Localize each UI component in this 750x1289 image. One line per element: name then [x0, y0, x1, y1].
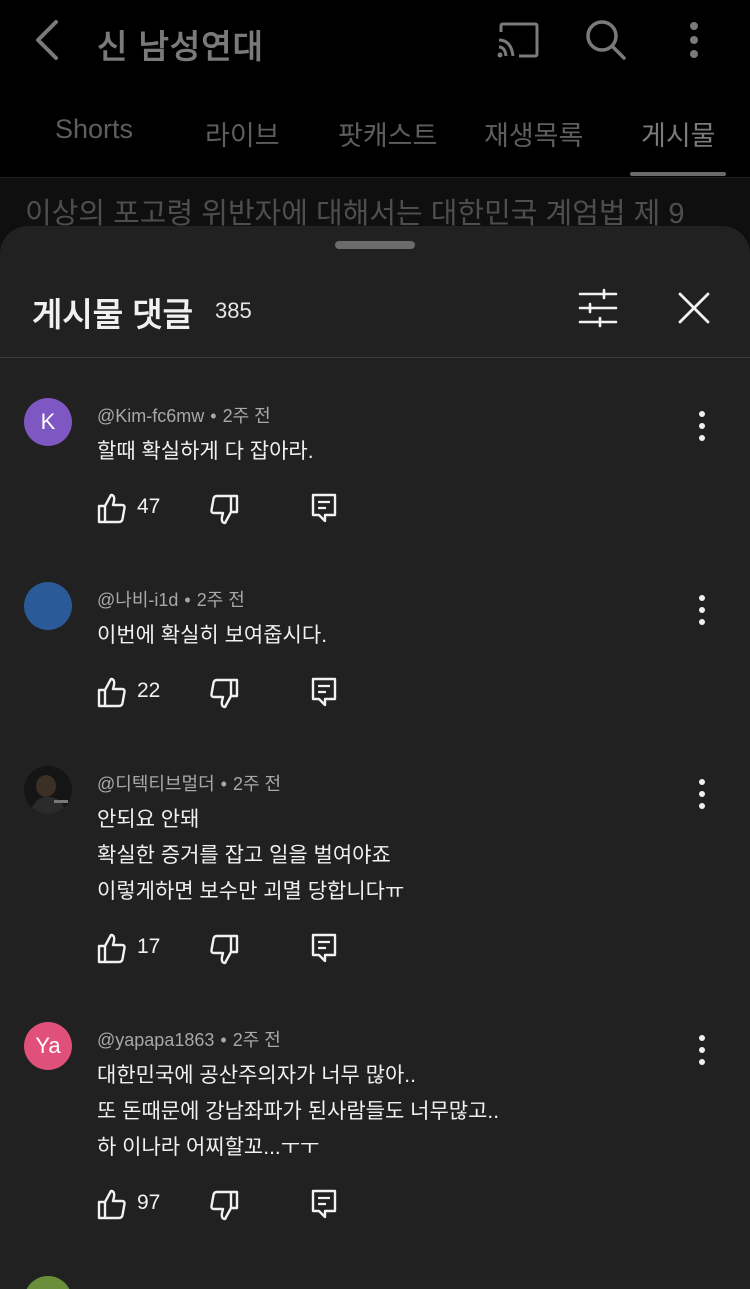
- comment-meta: @나비-i1d • 2주 전: [97, 590, 245, 610]
- comment-time: 2주 전: [222, 406, 271, 426]
- avatar[interactable]: [24, 582, 72, 630]
- like-count: 17: [137, 935, 161, 958]
- thumbs-down-icon[interactable]: [209, 678, 239, 710]
- comment-meta: @디텍티브멀더 • 2주 전: [97, 774, 282, 794]
- channel-tabs: Shorts 라이브 팟캐스트 재생목록 게시물: [0, 80, 750, 178]
- comment-line: 대한민국에 공산주의자가 너무 많아..: [97, 1064, 416, 1087]
- comment-line: 확실한 증거를 잡고 일을 벌여야죠: [97, 844, 391, 867]
- comment-actions: 22: [97, 676, 357, 716]
- like-count: 47: [137, 495, 161, 518]
- more-vertical-icon[interactable]: [682, 18, 706, 62]
- cast-icon[interactable]: [495, 20, 541, 60]
- comment-actions: 97: [97, 1188, 357, 1228]
- comment-line: 안되요 안돼: [97, 808, 200, 831]
- comment-text: 대한민국에 공산주의자가 너무 많아.. 또 돈때문에 강남좌파가 된사람들도 …: [97, 1058, 499, 1166]
- comment-meta: @yapapa1863 • 2주 전: [97, 1030, 281, 1050]
- avatar[interactable]: [24, 766, 72, 814]
- tab-podcast[interactable]: 팟캐스트: [338, 114, 437, 153]
- comment-menu-icon[interactable]: [690, 1032, 714, 1068]
- divider: [0, 357, 750, 358]
- comment-menu-icon[interactable]: [690, 408, 714, 444]
- comment-time: 2주 전: [232, 1030, 281, 1050]
- sort-filter-icon[interactable]: [576, 288, 620, 328]
- avatar[interactable]: [24, 1276, 72, 1289]
- reply-icon[interactable]: [311, 492, 337, 524]
- top-app-bar: 신 남성연대: [0, 0, 750, 80]
- tab-live[interactable]: 라이브: [205, 114, 280, 153]
- avatar-letter: Ya: [35, 1033, 61, 1058]
- reply-icon[interactable]: [311, 932, 337, 964]
- drag-handle[interactable]: [335, 241, 415, 249]
- thumbs-up-icon[interactable]: [97, 932, 127, 964]
- comment-author[interactable]: @나비-i1d: [97, 590, 178, 610]
- tab-active-indicator: [630, 172, 726, 176]
- thumbs-down-icon[interactable]: [209, 934, 239, 966]
- comment-line: 이렇게하면 보수만 괴멸 당합니다ㅠ: [97, 880, 405, 903]
- like-count: 22: [137, 679, 161, 702]
- avatar[interactable]: K: [24, 398, 72, 446]
- comment-author[interactable]: @디텍티브멀더: [97, 774, 215, 794]
- sheet-title: 게시물 댓글: [32, 296, 193, 333]
- comment-text: 할때 확실하게 다 잡아라.: [97, 434, 314, 470]
- comment-menu-icon[interactable]: [690, 776, 714, 812]
- thumbs-down-icon[interactable]: [209, 494, 239, 526]
- like-count: 97: [137, 1191, 161, 1214]
- back-arrow-icon[interactable]: [30, 18, 66, 62]
- close-icon[interactable]: [674, 288, 714, 328]
- comment-count: 385: [215, 298, 252, 323]
- comment-author[interactable]: @Kim-fc6mw: [97, 406, 204, 426]
- comment-text: 안되요 안돼 확실한 증거를 잡고 일을 벌여야죠 이렇게하면 보수만 괴멸 당…: [97, 802, 404, 910]
- comment-actions: 17: [97, 932, 357, 972]
- reply-icon[interactable]: [311, 676, 337, 708]
- tab-posts[interactable]: 게시물: [641, 114, 716, 153]
- comment-author[interactable]: @yapapa1863: [97, 1030, 214, 1050]
- channel-title: 신 남성연대: [97, 28, 264, 65]
- comment-text: 이번에 확실히 보여줍시다.: [97, 618, 327, 654]
- thumbs-up-icon[interactable]: [97, 676, 127, 708]
- avatar-letter: K: [40, 409, 56, 434]
- comments-sheet: 게시물 댓글 385 K @Kim-fc6mw • 2주 전 할때 확실하게 다 잡…: [0, 226, 750, 1289]
- comment-time: 2주 전: [232, 774, 282, 794]
- tab-playlists[interactable]: 재생목록: [484, 114, 583, 153]
- comment-actions: 47: [97, 492, 357, 532]
- reply-icon[interactable]: [311, 1188, 337, 1220]
- comment-menu-icon[interactable]: [690, 592, 714, 628]
- avatar-photo: [24, 766, 72, 814]
- comment-line: 또 돈때문에 강남좌파가 된사람들도 너무많고..: [97, 1100, 500, 1123]
- comment-line: 하 이나라 어찌할꼬...ㅜㅜ: [97, 1136, 320, 1159]
- comment-meta: @Kim-fc6mw • 2주 전: [97, 406, 271, 426]
- search-icon[interactable]: [584, 18, 628, 62]
- comment-time: 2주 전: [196, 590, 245, 610]
- thumbs-up-icon[interactable]: [97, 492, 127, 524]
- comment-line: 이번에 확실히 보여줍시다.: [97, 624, 328, 647]
- thumbs-up-icon[interactable]: [97, 1188, 127, 1220]
- avatar[interactable]: Ya: [24, 1022, 72, 1070]
- tab-shorts[interactable]: Shorts: [55, 114, 133, 145]
- comment-line: 할때 확실하게 다 잡아라.: [97, 440, 314, 463]
- thumbs-down-icon[interactable]: [209, 1190, 239, 1222]
